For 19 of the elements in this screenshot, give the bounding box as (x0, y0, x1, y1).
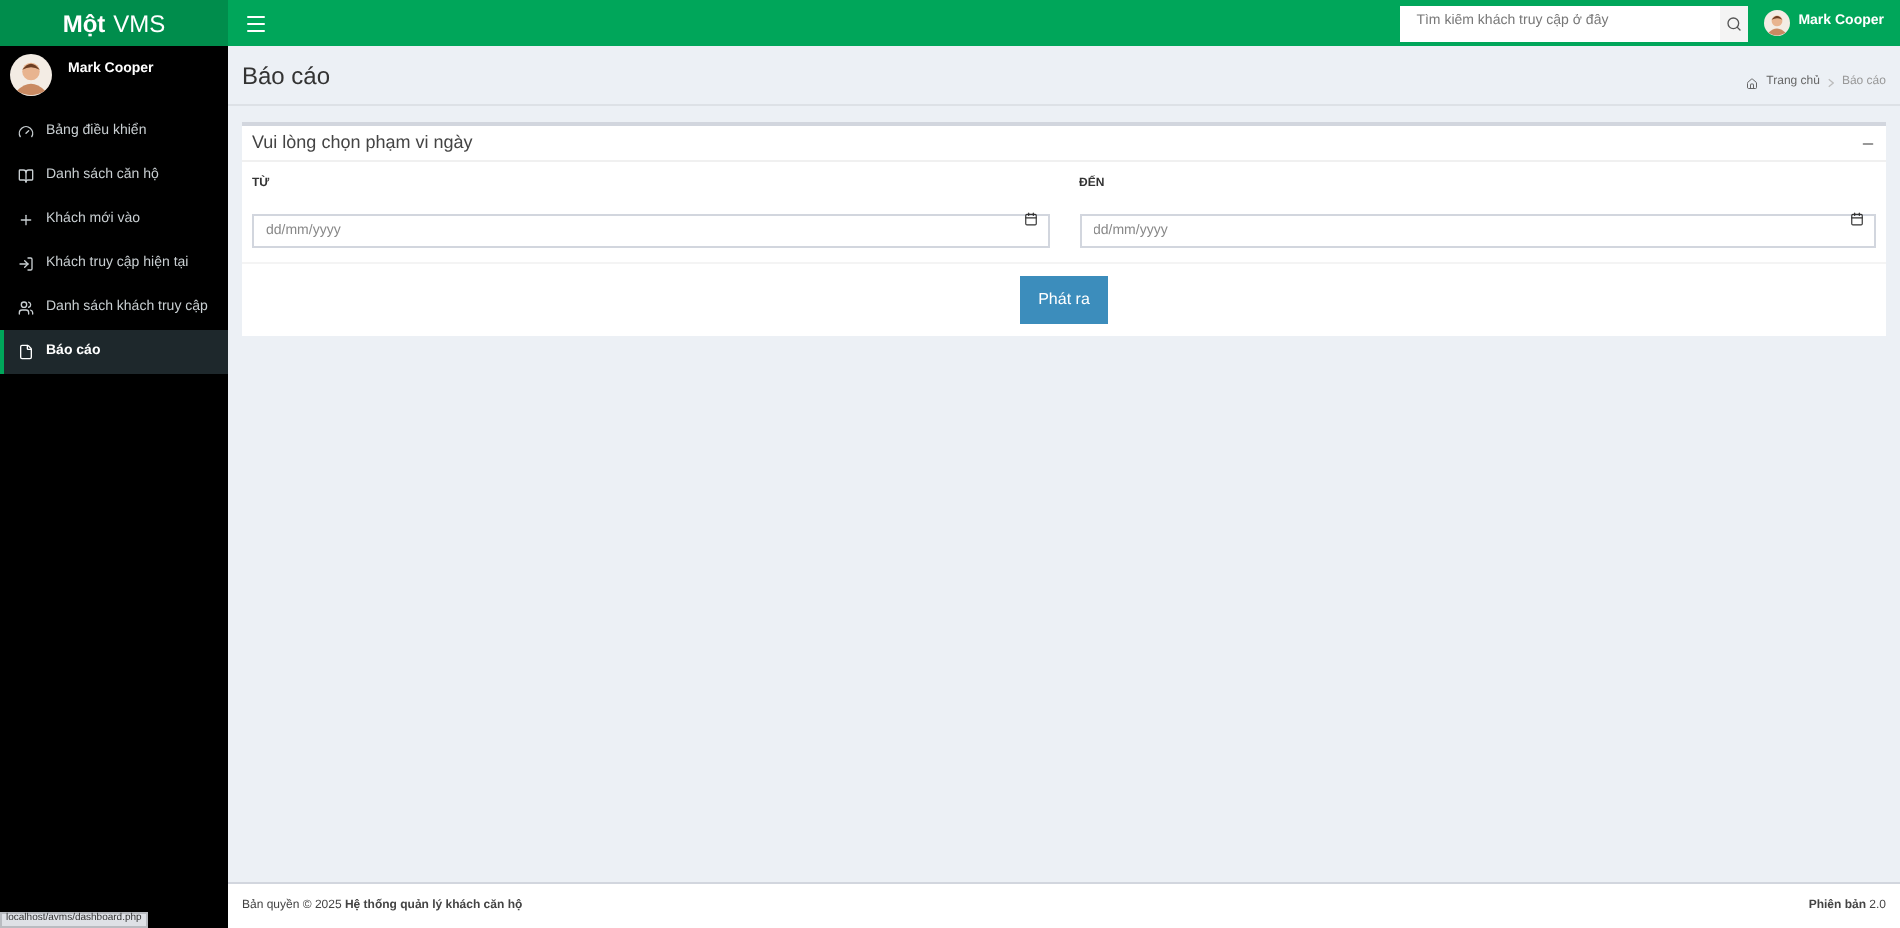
search-icon (1726, 15, 1743, 31)
gauge-icon (18, 124, 34, 140)
panel-title: Vui lòng chọn phạm vi ngày (252, 129, 473, 156)
page-title: Báo cáo (242, 59, 331, 93)
avatar-icon (10, 54, 52, 96)
book-icon (18, 168, 34, 184)
menu-icon[interactable] (244, 11, 268, 35)
sign-in-icon (18, 256, 34, 272)
search-button[interactable] (1720, 5, 1749, 41)
avatar-icon (1764, 10, 1791, 36)
home-icon (1746, 77, 1759, 89)
chevron-icon (1827, 78, 1834, 88)
users-icon (18, 300, 34, 316)
calendar-icon[interactable] (1023, 212, 1037, 226)
file-icon (18, 344, 34, 360)
calendar-icon[interactable] (1850, 212, 1864, 226)
app-logo[interactable]: Một VMS (0, 0, 228, 46)
plus-icon (18, 212, 34, 228)
generate-button[interactable]: Phát ra (1020, 276, 1108, 324)
